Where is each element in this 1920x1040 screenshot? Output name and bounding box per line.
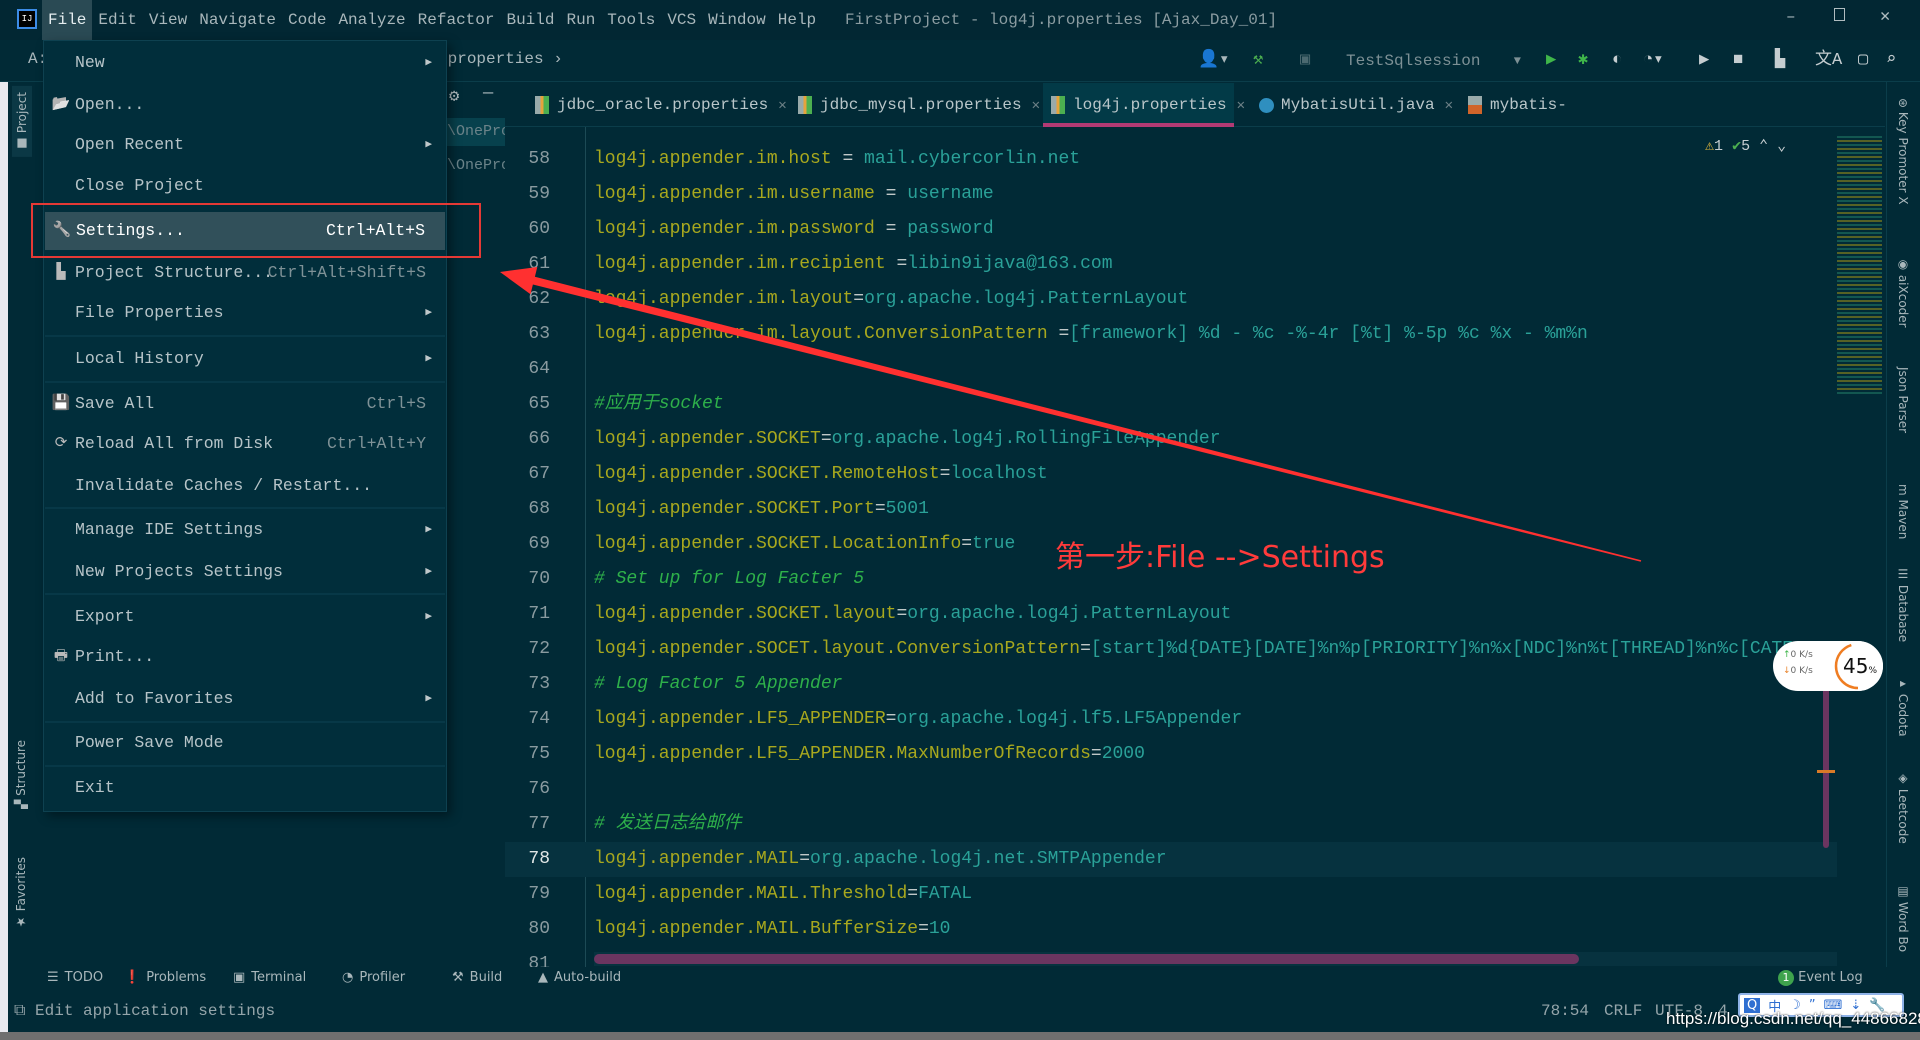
tool-window-problems[interactable]: ❗ Problems	[124, 967, 206, 989]
line-separator[interactable]: CRLF	[1604, 998, 1642, 1024]
status-window-icon[interactable]: ⧉	[14, 1002, 25, 1020]
annotation-arrow	[500, 267, 1642, 562]
tool-window-profiler[interactable]: ◔ Profiler	[342, 967, 405, 989]
tool-window-label: Build	[469, 970, 503, 985]
tool-window-auto-build[interactable]: ▲ Auto-build	[538, 967, 621, 989]
hammer-icon: ⚒	[452, 970, 464, 985]
event-count-badge: 1	[1778, 970, 1794, 986]
tool-window-todo[interactable]: ☰ TODO	[47, 967, 103, 989]
event-log-label: Event Log	[1798, 970, 1863, 985]
tool-window-label: Profiler	[359, 970, 406, 985]
problems-icon: ❗	[124, 970, 141, 985]
tool-window-terminal[interactable]: ▣ Terminal	[233, 967, 306, 989]
tool-window-label: TODO	[64, 970, 104, 985]
caret-position[interactable]: 78:54	[1541, 998, 1589, 1024]
watermark: https://blog.csdn.net/qq_44866828	[1666, 1009, 1920, 1028]
profiler-icon: ◔	[342, 970, 354, 985]
terminal-icon: ▣	[233, 970, 246, 985]
bottom-edge	[0, 1032, 1920, 1040]
tool-window-label: Terminal	[251, 970, 307, 985]
tool-window-build[interactable]: ⚒ Build	[452, 967, 502, 989]
arrow-shape	[500, 267, 1642, 562]
status-message: ⧉ Edit application settings	[14, 1002, 276, 1020]
tool-window-label: Auto-build	[554, 970, 622, 985]
list-icon: ☰	[47, 970, 59, 985]
warning-icon: ▲	[538, 970, 548, 985]
event-log-button[interactable]: 1 Event Log	[1778, 967, 1863, 989]
tool-window-bar: ☰ TODO ❗ Problems ▣ Terminal ◔ Profiler ⚒ Build ▲ A…	[37, 967, 1886, 993]
annotation-text: 第一步:File -->Settings	[1055, 540, 1385, 575]
tool-window-label: Problems	[146, 970, 207, 985]
